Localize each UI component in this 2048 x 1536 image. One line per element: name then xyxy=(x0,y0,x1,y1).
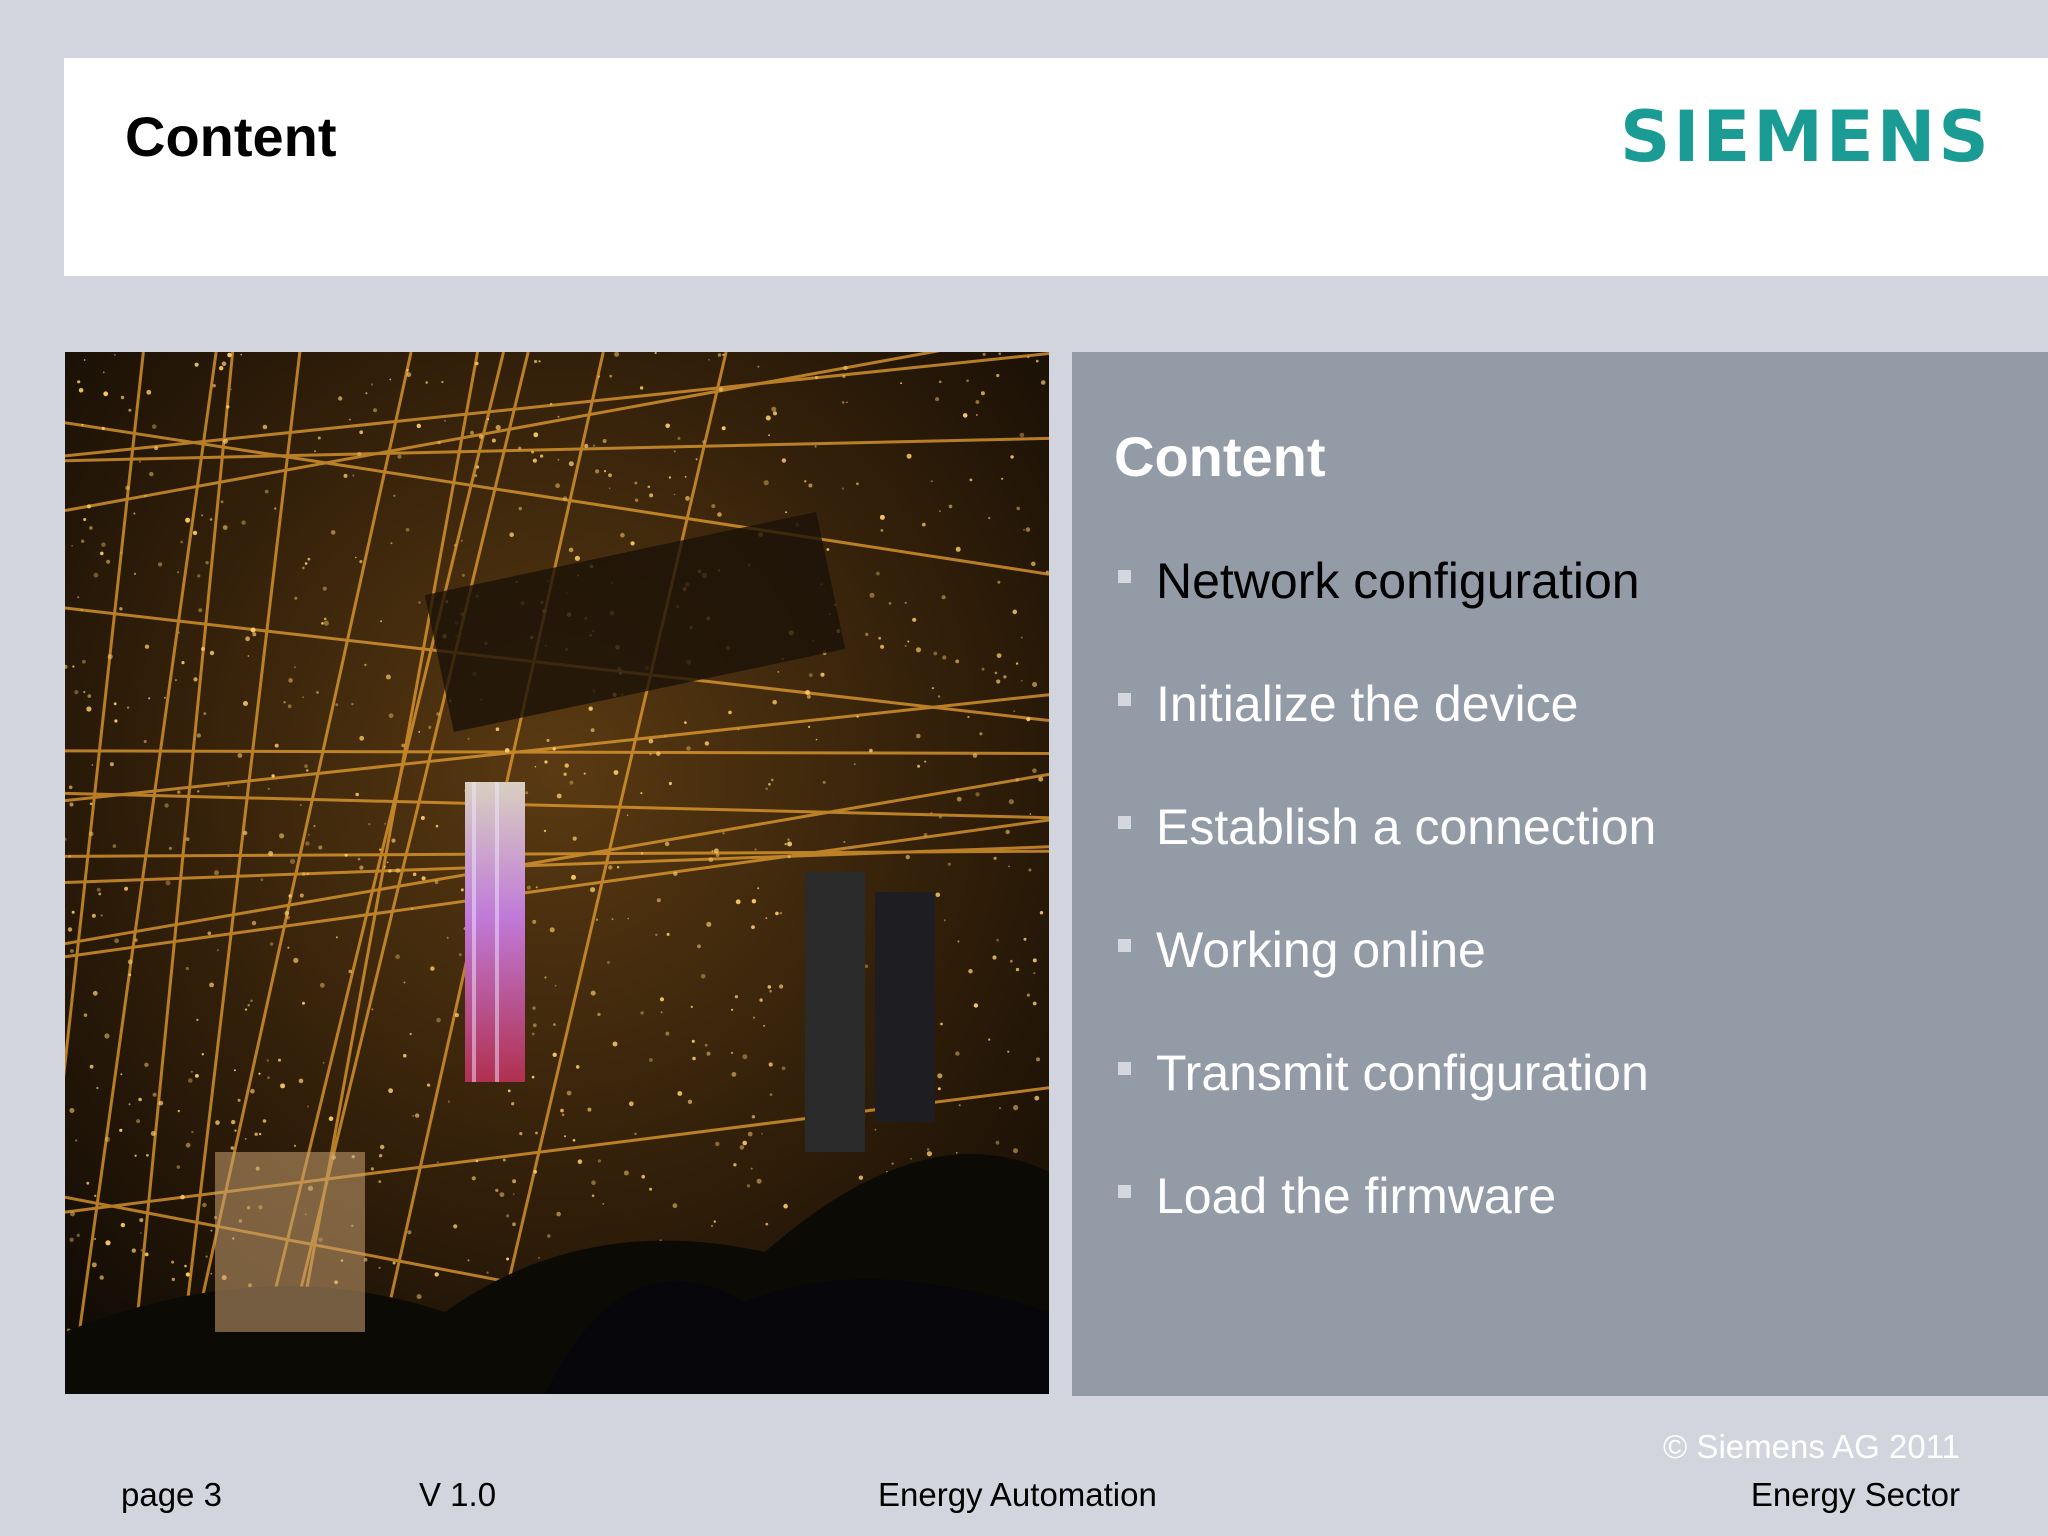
sector-label: Energy Sector xyxy=(1750,1476,1960,1513)
panel-title: Content xyxy=(1114,425,1326,488)
footer-center-label: Energy Automation xyxy=(878,1476,1157,1513)
square-bullet-icon xyxy=(1118,816,1131,829)
list-item-label: Load the firmware xyxy=(1156,1168,1557,1224)
square-bullet-icon xyxy=(1118,1062,1131,1075)
city-night-image xyxy=(65,352,1049,1394)
copyright-notice: © Siemens AG 2011 xyxy=(1662,1428,1960,1465)
square-bullet-icon xyxy=(1118,693,1131,706)
list-item-label: Transmit configuration xyxy=(1156,1045,1649,1101)
version-label: V 1.0 xyxy=(419,1476,497,1513)
page-number: page 3 xyxy=(121,1476,222,1513)
square-bullet-icon xyxy=(1118,1185,1131,1198)
square-bullet-icon xyxy=(1118,570,1131,583)
content-panel: Content Network configuration Initialize… xyxy=(1072,352,2048,1396)
city-night-photo xyxy=(65,352,1049,1394)
list-item-label: Initialize the device xyxy=(1156,676,1579,732)
list-item-label: Network configuration xyxy=(1156,553,1640,609)
list-item-label: Establish a connection xyxy=(1156,799,1657,855)
slide-header: Content SIEMENS xyxy=(64,58,2048,276)
siemens-logo: SIEMENS xyxy=(1620,96,1992,178)
square-bullet-icon xyxy=(1118,939,1131,952)
slide-title: Content xyxy=(125,105,337,168)
list-item-label: Working online xyxy=(1156,922,1486,978)
